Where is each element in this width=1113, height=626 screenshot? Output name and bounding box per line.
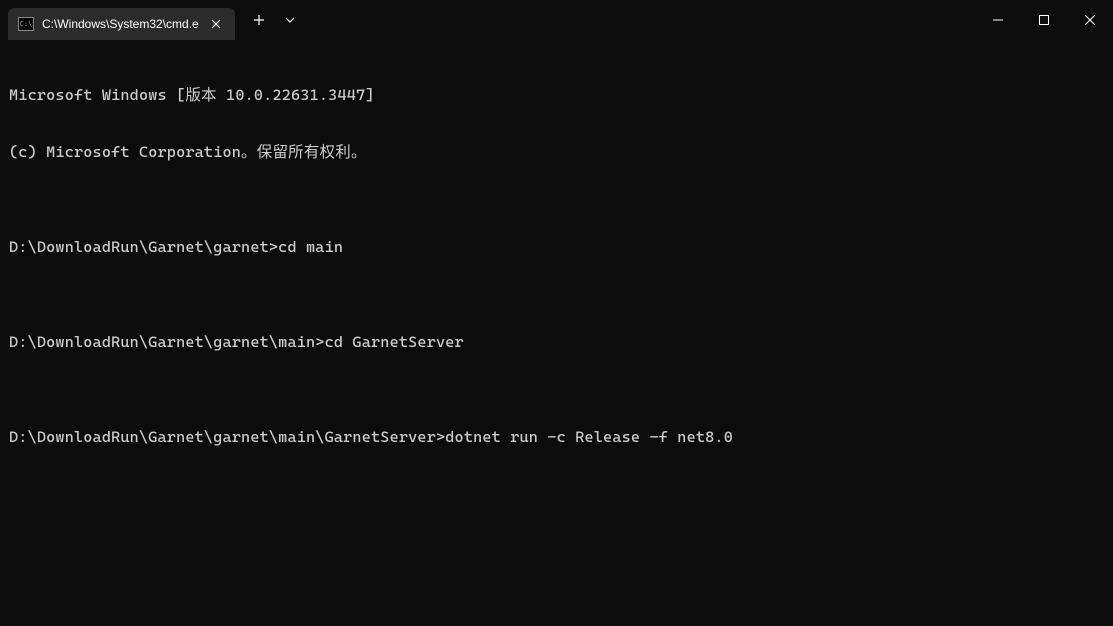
output-line: D:\DownloadRun\Garnet\garnet>cd main	[9, 238, 1104, 257]
tab-title: C:\Windows\System32\cmd.e	[42, 17, 199, 31]
close-icon	[211, 19, 221, 29]
tab-dropdown-button[interactable]	[275, 9, 305, 31]
maximize-icon	[1039, 15, 1049, 25]
tab-actions	[235, 0, 305, 40]
output-line: (c) Microsoft Corporation。保留所有权利。	[9, 143, 1104, 162]
output-line: Microsoft Windows [版本 10.0.22631.3447]	[9, 86, 1104, 105]
window-controls	[975, 0, 1113, 40]
window-titlebar: C:\ C:\Windows\System32\cmd.e	[0, 0, 1113, 40]
output-line: D:\DownloadRun\Garnet\garnet\main\Garnet…	[9, 428, 1104, 447]
minimize-icon	[993, 15, 1003, 25]
plus-icon	[253, 14, 265, 26]
minimize-button[interactable]	[975, 0, 1021, 40]
close-icon	[1085, 15, 1095, 25]
cmd-icon: C:\	[18, 17, 34, 31]
maximize-button[interactable]	[1021, 0, 1067, 40]
terminal-output[interactable]: Microsoft Windows [版本 10.0.22631.3447] (…	[0, 40, 1113, 474]
tabs-section: C:\ C:\Windows\System32\cmd.e	[0, 0, 305, 40]
output-line: D:\DownloadRun\Garnet\garnet\main>cd Gar…	[9, 333, 1104, 352]
close-window-button[interactable]	[1067, 0, 1113, 40]
tab-cmd[interactable]: C:\ C:\Windows\System32\cmd.e	[8, 8, 235, 40]
chevron-down-icon	[285, 17, 295, 23]
tab-close-button[interactable]	[207, 17, 225, 31]
new-tab-button[interactable]	[243, 6, 275, 34]
